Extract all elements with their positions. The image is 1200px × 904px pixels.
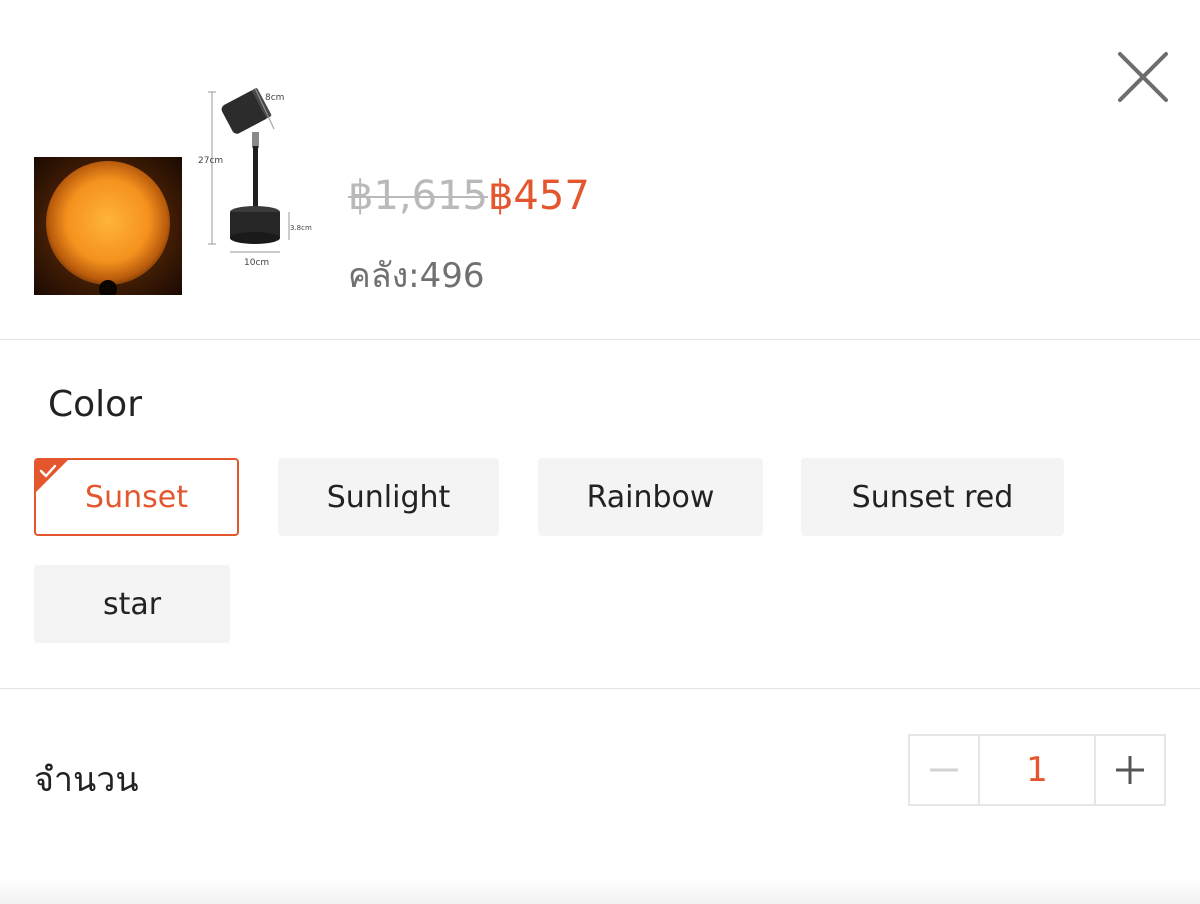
divider xyxy=(0,688,1200,689)
variant-option-label: Rainbow xyxy=(586,479,715,515)
original-price: ฿1,615 xyxy=(348,173,488,219)
variant-option-label: Sunset xyxy=(85,479,188,515)
variant-option-sunlight[interactable]: Sunlight xyxy=(278,458,499,536)
stock-count: คลัง:496 xyxy=(348,256,485,296)
base-height-label: 3.8cm xyxy=(290,224,312,232)
close-button[interactable] xyxy=(1114,48,1172,106)
plus-icon xyxy=(1116,756,1144,784)
quantity-label: จำนวน xyxy=(34,760,139,800)
bottom-bar-edge xyxy=(0,880,1200,904)
price-row: ฿1,615 ฿457 xyxy=(348,170,590,222)
base-width-label: 10cm xyxy=(244,258,269,268)
selected-check-icon xyxy=(36,460,68,492)
head-label: 8cm xyxy=(265,93,284,103)
increase-quantity-button[interactable] xyxy=(1096,736,1164,804)
product-image xyxy=(34,157,182,295)
product-dimension-image: 27cm 8cm 3.8cm 10cm xyxy=(195,82,325,272)
minus-icon xyxy=(930,768,958,772)
variant-option-sunset-red[interactable]: Sunset red xyxy=(801,458,1064,536)
divider xyxy=(0,339,1200,340)
sale-price: ฿457 xyxy=(487,173,590,219)
variant-option-label: star xyxy=(102,586,162,622)
variant-section-title: Color xyxy=(48,384,142,425)
close-icon xyxy=(1118,52,1168,102)
quantity-value[interactable]: 1 xyxy=(980,736,1096,804)
height-label: 27cm xyxy=(198,156,223,166)
quantity-stepper: 1 xyxy=(908,734,1166,806)
variant-option-rainbow[interactable]: Rainbow xyxy=(538,458,763,536)
variant-option-label: Sunset red xyxy=(851,479,1014,515)
variant-option-sunset[interactable]: Sunset xyxy=(34,458,239,536)
variant-option-star[interactable]: star xyxy=(34,565,230,643)
decrease-quantity-button[interactable] xyxy=(910,736,980,804)
variant-option-label: Sunlight xyxy=(326,479,451,515)
